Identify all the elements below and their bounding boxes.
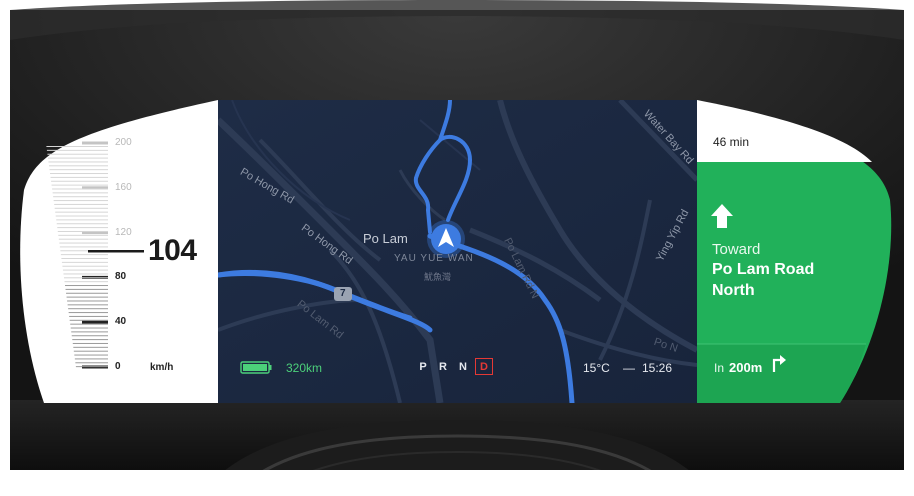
speed-minor-tick [48, 161, 108, 163]
speed-minor-tick [54, 203, 108, 205]
battery-range: 320km [286, 361, 323, 375]
status-separator: — [623, 361, 635, 375]
speed-minor-tick [57, 227, 108, 229]
speed-minor-tick [72, 339, 108, 341]
current-place-label: Po Lam [363, 231, 408, 246]
outside-temperature: 15°C [583, 361, 610, 375]
speed-major-tick [82, 141, 108, 145]
speed-minor-tick [52, 188, 108, 190]
speed-scale-label: 160 [115, 181, 132, 193]
speed-minor-tick [69, 315, 108, 317]
speed-minor-tick [48, 165, 108, 167]
speed-minor-tick [73, 346, 108, 348]
distance-to-turn: 200m [729, 360, 763, 375]
speed-scale-label: 40 [115, 316, 127, 328]
speed-minor-tick [51, 184, 108, 186]
speed-minor-tick [51, 180, 108, 182]
speed-minor-tick [61, 258, 108, 259]
speed-minor-tick [67, 300, 108, 302]
speed-minor-tick [55, 215, 108, 217]
gear-d-active: D [475, 358, 493, 375]
speed-major-tick [82, 320, 108, 324]
speed-minor-tick [68, 308, 108, 310]
speed-unit: km/h [150, 362, 174, 373]
clock: 15:26 [642, 361, 673, 375]
speed-minor-tick [46, 149, 108, 151]
speed-minor-tick [61, 261, 108, 263]
speed-minor-tick [59, 246, 108, 248]
speed-scale-label: 80 [115, 271, 127, 283]
speed-minor-tick [63, 273, 108, 275]
speed-scale-label: 200 [115, 137, 132, 148]
speed-minor-tick [75, 366, 108, 368]
district-label: YAU YUE WAN [394, 253, 474, 264]
speed-minor-tick [70, 327, 108, 329]
speed-minor-tick [74, 354, 108, 356]
speed-minor-tick [75, 362, 108, 364]
speed-minor-tick [54, 207, 108, 209]
eta-card [697, 100, 872, 162]
gear-n: N [459, 361, 467, 373]
speed-readout: 104 [148, 234, 197, 267]
speed-minor-tick [72, 342, 108, 344]
speed-minor-tick [52, 192, 108, 194]
speed-minor-tick [71, 331, 108, 333]
speed-minor-tick [60, 254, 108, 256]
speed-minor-tick [50, 176, 108, 178]
speed-minor-tick [65, 285, 108, 287]
speed-minor-tick [49, 169, 108, 171]
gear-r: R [439, 361, 447, 373]
speed-scale-label: 120 [115, 226, 132, 238]
speed-minor-tick [62, 265, 108, 267]
speed-minor-tick [47, 157, 108, 159]
speed-minor-tick [58, 234, 108, 236]
speed-minor-tick [67, 304, 108, 306]
speed-minor-tick [70, 323, 108, 325]
speed-minor-tick [56, 223, 108, 225]
speed-minor-tick [63, 277, 108, 279]
speed-minor-tick [71, 335, 108, 337]
destination-street-line1: Po Lam Road [712, 261, 815, 278]
speed-minor-tick [55, 211, 108, 213]
speed-minor-tick [65, 288, 108, 290]
speed-minor-tick [56, 219, 108, 221]
eta-label: 46 min [713, 135, 750, 149]
speed-pointer [88, 250, 144, 253]
speed-minor-tick [66, 296, 108, 298]
speed-minor-tick [59, 242, 108, 244]
speed-scale-label: 0 [115, 361, 121, 372]
toward-label: Toward [712, 241, 761, 258]
speed-minor-tick [53, 196, 108, 198]
speed-minor-tick [64, 281, 108, 283]
speed-minor-tick [74, 358, 108, 360]
route-badge-label: 7 [340, 288, 346, 299]
speed-minor-tick [69, 319, 108, 321]
gear-p: P [419, 361, 427, 373]
speed-minor-tick [73, 350, 108, 352]
instrument-cluster [20, 100, 892, 403]
speed-minor-tick [58, 238, 108, 240]
speed-minor-tick [57, 230, 108, 232]
speed-minor-tick [53, 200, 108, 202]
speed-minor-tick [50, 173, 108, 175]
speed-minor-tick [62, 269, 108, 271]
dashboard-stage: 200 160 120 80 40 0 104 km/h Po Hong Rd Po Ho… [0, 0, 914, 496]
speed-minor-tick [46, 146, 108, 147]
speed-minor-tick [47, 153, 108, 155]
destination-street-line2: North [712, 282, 755, 299]
speed-minor-tick [68, 312, 108, 314]
distance-prefix: In [714, 361, 725, 375]
district-label-zh: 魷魚灣 [424, 272, 452, 282]
speed-minor-tick [66, 292, 108, 294]
